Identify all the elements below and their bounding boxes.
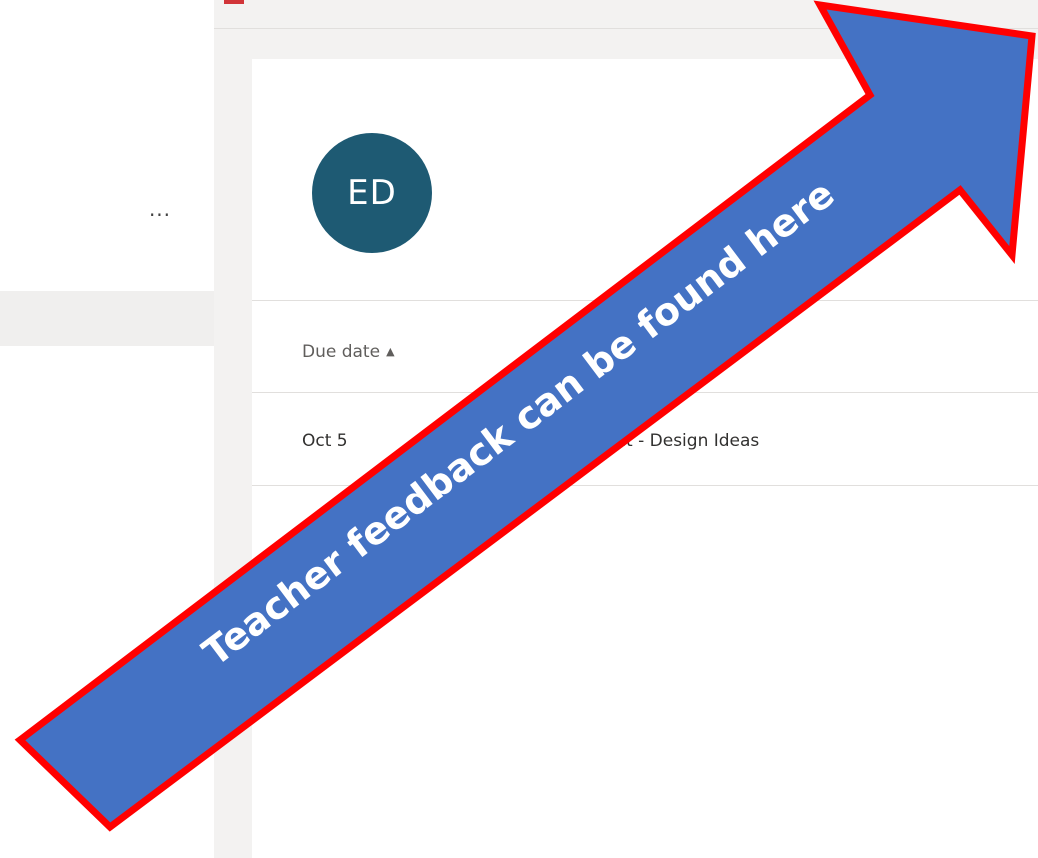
left-pane: ··· xyxy=(0,0,214,858)
more-options-button[interactable]: ··· xyxy=(140,203,180,232)
top-bar xyxy=(214,0,1038,29)
top-accent-mark xyxy=(224,0,244,4)
sort-ascending-icon: ▲ xyxy=(386,345,395,358)
header-divider xyxy=(252,300,1038,301)
student-card: ED Due date ▲ Oct 5 werpoint - Design Ide… xyxy=(252,59,1038,858)
main-content-area: ED Due date ▲ Oct 5 werpoint - Design Ide… xyxy=(214,0,1038,858)
due-date-column-header[interactable]: Due date ▲ xyxy=(302,342,395,362)
left-pane-selected-item[interactable] xyxy=(0,291,214,346)
table-header-divider xyxy=(252,392,1038,393)
row-assignment-title[interactable]: werpoint - Design Ideas xyxy=(558,431,759,451)
avatar[interactable]: ED xyxy=(312,133,432,253)
more-options-icon: ··· xyxy=(148,203,172,227)
app-page: ··· ED Due date ▲ Oct 5 werpoint - Design… xyxy=(0,0,1038,858)
row-due-date: Oct 5 xyxy=(302,431,348,451)
table-row-divider xyxy=(252,485,1038,486)
due-date-header-label: Due date xyxy=(302,342,381,362)
avatar-initials: ED xyxy=(347,173,397,213)
